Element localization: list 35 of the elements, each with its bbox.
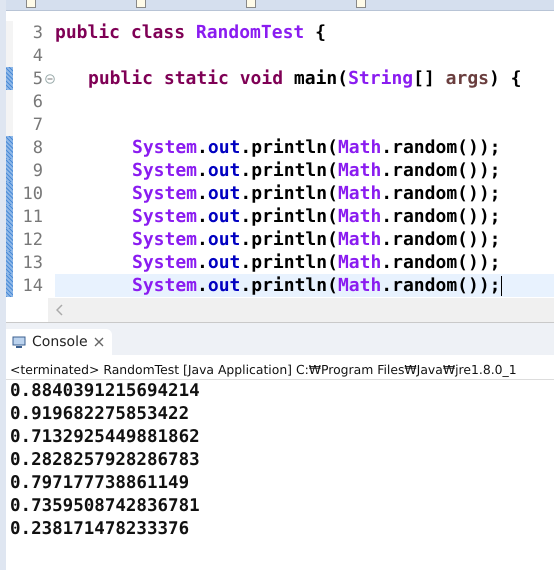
- code-text: System.out.println(Math.random());: [132, 251, 501, 274]
- code-text: System.out.println(Math.random());: [132, 159, 501, 182]
- code-text: System.out.println(Math.random());: [132, 136, 501, 159]
- line-number: 6: [32, 92, 43, 112]
- monitor-icon: [12, 336, 26, 348]
- line-number: 7: [32, 114, 43, 134]
- console-output-line: 0.238171478233376: [9, 518, 190, 541]
- console-tab[interactable]: Console: [6, 329, 112, 355]
- console-status-line: <terminated> RandomTest [Java Application] C:₩Program Files₩Java₩jre1.8.0_1: [6, 355, 554, 380]
- line-number: 5: [32, 68, 43, 88]
- code-text: System.out.println(Math.random());: [132, 205, 501, 228]
- console-output-line: 0.7359508742836781: [9, 495, 201, 518]
- line-number: 8: [32, 138, 43, 158]
- line-number: 12: [22, 230, 43, 250]
- horizontal-scrollbar[interactable]: [48, 298, 554, 322]
- code-text: public class RandomTest {: [55, 21, 326, 44]
- console-output-line: 0.8840391215694214: [9, 380, 201, 403]
- text-cursor: [500, 276, 502, 296]
- code-text: System.out.println(Math.random());: [132, 274, 501, 297]
- collapse-icon[interactable]: [45, 74, 55, 84]
- console-output-line: 0.7132925449881862: [9, 426, 201, 449]
- close-icon[interactable]: [94, 337, 104, 347]
- line-number: 10: [22, 184, 43, 204]
- console-output-line: 0.797177738861149: [9, 472, 190, 495]
- line-number: 3: [32, 22, 43, 42]
- console-output-line: 0.2828257928286783: [9, 449, 201, 472]
- code-text: public static void main(String[] args) {: [88, 67, 522, 90]
- line-number: 4: [32, 46, 43, 66]
- line-number: 14: [22, 276, 43, 296]
- code-text: System.out.println(Math.random());: [132, 182, 501, 205]
- line-number: 11: [22, 206, 43, 226]
- code-text: System.out.println(Math.random());: [132, 228, 501, 251]
- line-number: 9: [32, 160, 43, 180]
- console-output-line: 0.919682275853422: [9, 403, 190, 426]
- line-number: 13: [22, 252, 43, 272]
